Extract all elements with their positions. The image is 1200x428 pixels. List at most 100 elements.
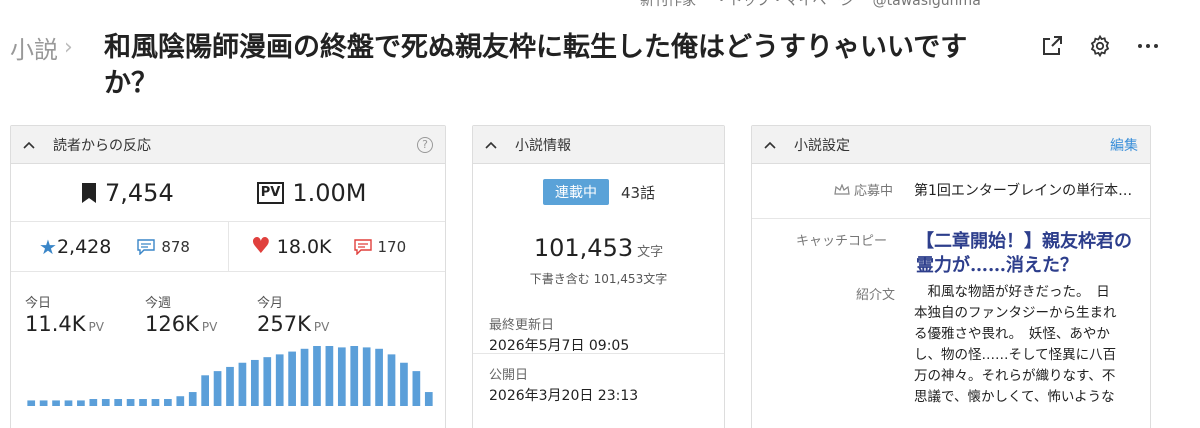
pv-week: 今週 126K PV [145,292,217,336]
char-count-unit: 文字 [637,245,664,260]
pv-bar [126,399,135,406]
top-nav-item[interactable]: 新刊作家 [640,0,696,9]
pv-bar [27,400,36,406]
top-nav: 新刊作家 ・トップ・マイページ @tawasigunma [640,0,995,10]
pv-bar [313,346,321,406]
pv-bar [188,392,197,406]
bookmark-icon [82,182,96,203]
pv-week-value: 126K [145,312,199,336]
updated-label: 最終更新日 [489,318,555,333]
pv-month-value: 257K [257,312,311,336]
pv-bar [400,362,408,406]
pv-bar [89,399,98,406]
intro-line: 本独自のファンタジーから生まれ [914,305,1117,321]
pv-bar [151,399,160,406]
pv-bar [375,348,383,406]
intro-line: 思議で、懐かしくて、怖いような [914,389,1115,405]
episode-count: 43話 [621,184,656,202]
pv-bar-chart [27,346,433,406]
pv-bar [350,346,359,406]
intro-line: る優雅さや畏れ。 妖怪、あやか [914,326,1110,342]
share-icon[interactable] [1040,34,1064,58]
pv-bar [213,371,222,406]
pv-month: 今月 257K PV [257,292,329,336]
reactions-title: 読者からの反応 [53,137,151,154]
bookmark-value: 7,454 [105,178,174,207]
pv-week-label: 今週 [145,296,172,311]
pv-bar [226,366,234,406]
char-count-draft: 下書き含む 101,453文字 [529,272,668,286]
dates-block: 最終更新日 2026年5月7日 09:05 公開日 2026年3月20日 23:… [489,316,638,416]
intro-label: 紹介文 [856,288,896,303]
review-icon [137,238,156,255]
comment-icon [353,238,372,255]
pv-icon: PV [256,181,285,204]
star-icon: ★ [39,234,57,259]
char-count-value: 101,453 [533,234,634,262]
heart-value: 18.0K [276,235,332,258]
star-value: 2,428 [56,235,112,258]
caret-up-icon [485,141,497,149]
review-value: 878 [161,237,190,256]
reactions-panel-header[interactable]: 読者からの反応 ? [11,126,445,164]
pv-bar [39,400,48,406]
novel-info-panel: 小説情報 連載中 43話 101,453 文字 下書き含む 101,453文字 最… [472,125,725,428]
pv-bar [387,354,396,406]
intro-line: 万の神々。それらが織りなす、不 [914,368,1116,384]
heart-stats: ♥ 18.0K 170 [228,222,445,271]
pv-bar [52,400,60,406]
top-nav-user[interactable]: @tawasigunma [873,0,981,9]
pv-bar [238,362,247,406]
pv-bar [201,375,209,406]
pv-bar [164,399,172,406]
novel-info-title: 小説情報 [515,137,571,154]
pv-bar [337,347,346,406]
caret-up-icon [764,141,776,149]
contest-label-text: 応募中 [854,184,894,199]
pv-today-label: 今日 [25,296,52,311]
novel-settings-title: 小説設定 [794,137,850,154]
novel-settings-panel: 小説設定 編集 応募中 第1回エンターブレインの単行本… キャッチコピー 【二章… [751,125,1151,428]
pv-total: PV 1.00M [256,178,367,207]
heart-icon: ♥ [251,234,271,259]
chevron-right-icon: › [64,35,73,60]
novel-settings-header[interactable]: 小説設定 編集 [752,126,1150,164]
edit-link[interactable]: 編集 [1110,135,1138,155]
pv-bar [64,400,73,406]
catchphrase-line: 【二章開始！】親友枠君の [916,231,1132,252]
intro-line: し、物の怪……そして怪異に八百 [914,347,1117,363]
pv-total-value: 1.00M [292,178,367,207]
pv-bar [114,399,123,406]
pv-today-value: 11.4K [25,312,86,336]
star-stats: ★ 2,428 878 [11,222,228,271]
caret-up-icon [23,141,35,149]
pv-bar [263,357,272,406]
pv-bar [412,371,421,406]
help-icon[interactable]: ? [417,136,433,153]
intro-text: 和風な物語が好きだった。 日 本独自のファンタジーから生まれ る優雅さや畏れ。 … [914,282,1117,408]
intro-line: 和風な物語が好きだった。 日 [914,284,1110,300]
novel-info-header[interactable]: 小説情報 [473,126,724,164]
catchphrase-line: 霊力が……消えた？ [916,255,1078,276]
top-nav-item[interactable]: ・トップ・マイページ [714,0,854,9]
contest-value[interactable]: 第1回エンターブレインの単行本… [914,180,1132,200]
crown-icon [834,183,850,195]
more-icon[interactable] [1136,34,1160,58]
catch-label: キャッチコピー [796,234,888,249]
updated-value: 2026年5月7日 09:05 [489,338,630,354]
gear-icon[interactable] [1088,34,1112,58]
reactions-panel: 読者からの反応 ? 7,454 PV 1.00M ★ 2,428 878 ♥ 1… [10,125,446,428]
divider [752,218,1150,219]
pv-bar [139,399,147,406]
pv-unit: PV [88,320,104,334]
contest-label: 応募中 [834,180,893,199]
pv-bar [325,346,334,406]
status-badge: 連載中 [543,179,609,205]
breadcrumb-novel[interactable]: 小説 [10,30,58,65]
pv-bar [424,392,433,406]
pv-bar [101,399,110,406]
comment-value: 170 [377,237,407,256]
catchphrase: 【二章開始！】親友枠君の 霊力が……消えた？ [916,230,1132,278]
pv-bar [176,396,185,406]
pv-unit: PV [313,320,330,334]
